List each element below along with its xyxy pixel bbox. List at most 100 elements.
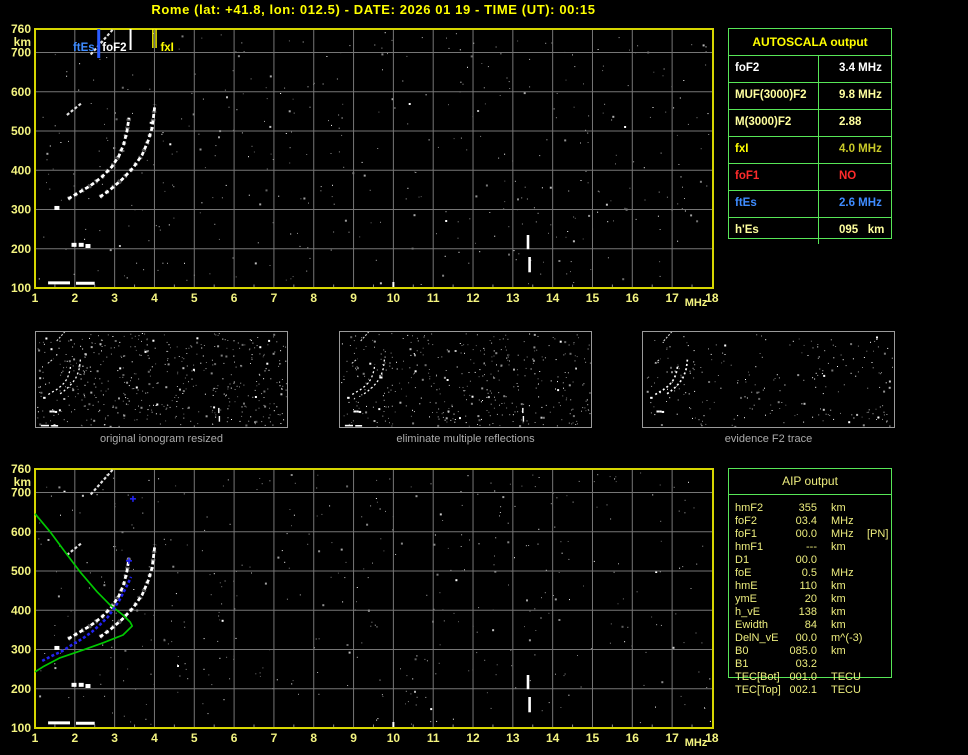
bright-spot: [358, 410, 362, 413]
svg-text:km: km: [14, 475, 31, 489]
bright-spot: [43, 396, 46, 399]
bright-spot: [71, 242, 77, 247]
aip-row-hmF1: hmF1 --- km: [735, 541, 891, 554]
f2-x-trace: [99, 544, 157, 639]
aip-row-TEC[Bot]: TEC[Bot] 001.0 TECU: [735, 671, 891, 684]
f2-o-trace: [351, 364, 376, 396]
aip-unit: km: [831, 645, 846, 657]
svg-text:600: 600: [11, 525, 31, 539]
parameter-value: 9.8 MHz: [839, 89, 882, 101]
aip-param: hmF1: [735, 541, 764, 553]
svg-text:600: 600: [11, 85, 31, 99]
svg-text:6: 6: [231, 731, 238, 745]
aip-unit: km: [831, 606, 846, 618]
echo-traces: [40, 331, 221, 427]
svg-text:9: 9: [350, 291, 357, 305]
aip-row-DelN_vE: DelN_vE 00.0 m^(-3): [735, 632, 891, 645]
f2-x-trace: [666, 359, 689, 395]
autoscala-row-MUF(3000)F2: MUF(3000)F2 9.8 MHz: [729, 83, 891, 110]
aip-val: 03.4: [795, 515, 817, 527]
aip-param: foE: [735, 567, 752, 579]
bright-spot: [356, 410, 359, 413]
bright-spot: [52, 410, 55, 413]
second-hop-streak: [47, 358, 54, 364]
svg-text:4: 4: [151, 291, 158, 305]
svg-text:14: 14: [546, 291, 560, 305]
aip-row-hmE: hmE 110 km: [735, 580, 891, 593]
svg-text:100: 100: [11, 281, 31, 295]
bright-spot: [347, 396, 350, 399]
y-axis-labels: 760700600500400300200100km: [11, 462, 31, 735]
svg-text:2: 2: [71, 291, 78, 305]
parameter-value: 4.0 MHz: [839, 143, 882, 155]
svg-text:13: 13: [506, 291, 520, 305]
aip-param: Ewidth: [735, 619, 769, 631]
aip-note: [865, 606, 891, 619]
svg-text:760: 760: [11, 22, 31, 36]
aip-val: ---: [806, 541, 817, 553]
aip-param: TEC[Bot]: [735, 671, 780, 683]
aip-param: D1: [735, 554, 750, 566]
svg-text:15: 15: [586, 291, 600, 305]
svg-text:500: 500: [11, 124, 31, 138]
svg-text:300: 300: [11, 203, 31, 217]
aip-unit: MHz: [831, 567, 854, 579]
second-hop-streak: [89, 469, 114, 496]
aip-note: [865, 658, 891, 671]
parameter-value: 2.6 MHz: [839, 197, 882, 209]
autoscala-row-h'Es: h'Es 095 km: [729, 218, 891, 244]
svg-text:km: km: [14, 35, 31, 49]
fxI-marker: fxI: [152, 29, 174, 54]
bright-spot: [85, 684, 91, 689]
aip-param: B0: [735, 645, 749, 657]
aip-param: foF2: [735, 515, 758, 527]
svg-text:12: 12: [466, 291, 480, 305]
thumbnail-evidence-f2-trace: [642, 331, 895, 428]
f2-x-trace-halo: [98, 104, 158, 199]
aip-val: 03.2: [795, 658, 817, 670]
ftEs-marker: ftEs: [73, 29, 101, 58]
aip-param: h_vE: [735, 606, 761, 618]
aip-val: 0.5: [801, 567, 817, 579]
svg-text:200: 200: [11, 242, 31, 256]
thumbnail-border: [642, 331, 895, 428]
bright-spot: [78, 242, 84, 247]
autoscala-row-foF1: foF1 NO: [729, 164, 891, 191]
autoscala-row-foF2: foF2 3.4 MHz: [729, 56, 891, 83]
aip-val: 001.0: [789, 671, 817, 683]
second-hop-streak: [663, 331, 673, 342]
aip-note: [865, 593, 891, 606]
svg-text:9: 9: [350, 731, 357, 745]
autoscala-table-body: foF2 3.4 MHz MUF(3000)F2 9.8 MHz M(3000)F2 2.…: [729, 56, 891, 244]
aip-row-foF2: foF2 03.4 MHz: [735, 515, 891, 528]
aip-note: [865, 619, 891, 632]
aip-val: 00.0: [795, 528, 817, 540]
aip-note: [865, 541, 891, 554]
aip-unit: m^(-3): [831, 632, 863, 644]
aip-row-hmF2: hmF2 355 km: [735, 502, 891, 515]
parameter-label: MUF(3000)F2: [729, 83, 819, 109]
svg-text:2: 2: [71, 731, 78, 745]
aip-param: foF1: [735, 528, 758, 540]
x-axis-labels: 1 2 3 4 5 6 7 8 9 10 11 12 13 14 15 16 17 18MHz: [32, 291, 719, 309]
f2-o-trace-halo: [66, 117, 132, 201]
aip-param: DelN_vE: [735, 632, 779, 644]
svg-text:11: 11: [427, 291, 440, 305]
svg-text:100: 100: [11, 721, 31, 735]
svg-text:10: 10: [387, 291, 401, 305]
noise-layer: [646, 334, 893, 428]
svg-text:8: 8: [310, 291, 317, 305]
aip-param: hmE: [735, 580, 758, 592]
aip-note: [865, 554, 891, 567]
restored-point: [129, 495, 136, 502]
autoscala-row-fxI: fxI 4.0 MHz: [729, 137, 891, 164]
bright-spot: [659, 410, 662, 413]
ionogram-plot-top: 760700600500400300200100km1 2 3 4 5 6 7 8 9 10 11 1…: [11, 22, 719, 309]
svg-text:3: 3: [111, 291, 118, 305]
bright-spot: [656, 410, 659, 413]
foF2-marker: foF2: [102, 29, 132, 54]
svg-text:16: 16: [626, 731, 640, 745]
svg-text:15: 15: [586, 731, 600, 745]
aip-note: [865, 684, 891, 697]
bright-spot: [54, 205, 60, 210]
